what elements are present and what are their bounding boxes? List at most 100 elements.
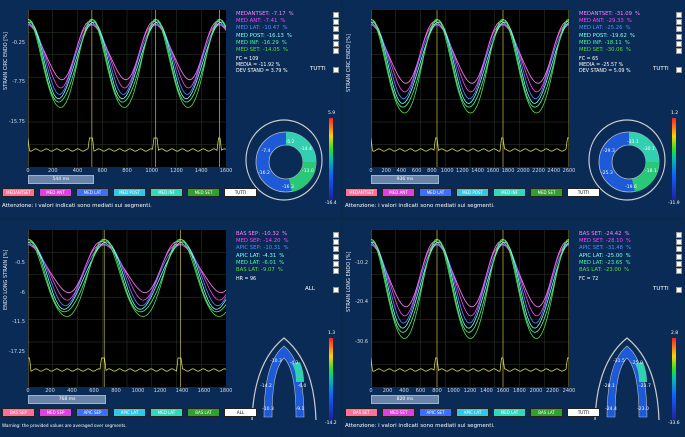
averaging-note: Warning: the provided values are average… <box>2 423 127 428</box>
series-checkbox[interactable] <box>676 12 682 18</box>
segment-button-bar: BAS SEP MED SEP APIC SEP APIC LAT MED LAT BAS… <box>2 408 257 417</box>
segment-toggle-button[interactable]: BAS LAT <box>187 408 220 417</box>
segment-value: -16.2 <box>258 170 270 176</box>
segment-toggle-button[interactable]: MED POST <box>456 188 489 197</box>
legend-value: -9.07 <box>261 267 275 274</box>
segment-toggle-button[interactable]: MED INF <box>150 188 183 197</box>
show-all-checkbox[interactable] <box>676 287 682 293</box>
x-tick-label: 1400 <box>194 168 208 174</box>
series-checkbox[interactable] <box>676 260 682 267</box>
x-tick-label: 0 <box>26 388 30 394</box>
legend-label: MED LAT: <box>236 25 261 32</box>
series-checkbox[interactable] <box>333 253 339 260</box>
legend-label: MED POST: <box>579 32 608 39</box>
legend-label: APIC SEP: <box>236 245 262 252</box>
segment-toggle-button[interactable]: MEDANTSET <box>2 188 35 197</box>
segment-toggle-button[interactable]: MED LAT <box>419 188 452 197</box>
segment-toggle-button[interactable]: ALL <box>224 408 257 417</box>
series-checkbox[interactable] <box>333 239 339 246</box>
segment-toggle-button[interactable]: MEDANTSET <box>345 188 378 197</box>
series-checkbox[interactable] <box>333 268 339 274</box>
segment-value: -9.1 <box>296 406 305 412</box>
segment-toggle-button[interactable]: MED LAT <box>150 408 183 417</box>
series-checkbox[interactable] <box>333 12 339 18</box>
segment-toggle-button[interactable]: BAS SEP <box>2 408 35 417</box>
series-checkbox[interactable] <box>676 239 682 246</box>
segment-toggle-button[interactable]: MED POST <box>113 188 146 197</box>
segment-value: -6.0 <box>298 383 307 389</box>
segment-toggle-button[interactable]: MED SET <box>187 188 220 197</box>
y-tick-label: -0.5 <box>15 260 25 266</box>
show-all-checkbox[interactable] <box>676 67 682 73</box>
segment-toggle-button[interactable]: MED ANT <box>39 188 72 197</box>
legend-unit: % <box>625 25 631 32</box>
series-checkbox[interactable] <box>676 19 682 26</box>
series-checkbox[interactable] <box>676 33 682 40</box>
legend-value: -7.41 <box>263 18 278 25</box>
segment-value: -14.4 <box>300 146 312 152</box>
segment-toggle-button[interactable]: MED SET <box>530 188 563 197</box>
segment-toggle-button[interactable]: MED LAT <box>76 188 109 197</box>
segment-toggle-button[interactable]: MED SET <box>382 408 415 417</box>
legend-unit: % <box>282 25 288 32</box>
show-all-checkbox[interactable] <box>333 287 339 293</box>
segment-toggle-button[interactable]: MED INF <box>493 188 526 197</box>
series-checkbox[interactable] <box>333 232 339 238</box>
strain-curve-plot[interactable] <box>370 10 570 167</box>
segment-toggle-button[interactable]: APIC LAT <box>113 408 146 417</box>
series-checkbox[interactable] <box>676 232 682 238</box>
strain-curve-plot[interactable] <box>27 230 227 387</box>
segment-toggle-button[interactable]: TUTTI <box>567 188 600 197</box>
x-tick-label: 2600 <box>562 168 576 174</box>
legend-value: -29.33 <box>606 18 624 25</box>
show-all-checkbox[interactable] <box>333 67 339 73</box>
legend-label: APIC LAT: <box>236 252 261 259</box>
legend-value: -19.62 <box>609 32 627 39</box>
legend-row: MEDANTSET: -31.09% <box>579 11 679 18</box>
x-tick-label: 1200 <box>456 168 469 174</box>
strain-curve-plot[interactable] <box>27 10 227 167</box>
series-checkbox[interactable] <box>676 26 682 33</box>
legend-value: -16.29 <box>261 39 279 46</box>
averaging-note: Attenzione: i valori indicati sono media… <box>345 423 495 429</box>
series-checkbox[interactable] <box>333 33 339 40</box>
segment-toggle-button[interactable]: APIC SET <box>419 408 452 417</box>
x-tick-label: 2000 <box>529 388 543 394</box>
cycle-duration-bar: 544 ms <box>28 175 94 184</box>
series-checkbox[interactable] <box>333 260 339 267</box>
series-checkbox[interactable] <box>333 48 339 54</box>
legend-row: MED POST: -19.62% <box>579 33 679 40</box>
strain-curves-svg <box>370 230 570 387</box>
segment-toggle-button[interactable]: MED LAT <box>493 408 526 417</box>
segment-toggle-button[interactable]: TUTTI <box>224 188 257 197</box>
series-checkbox[interactable] <box>333 19 339 26</box>
strain-curves-svg <box>27 230 227 387</box>
series-checkbox[interactable] <box>333 26 339 33</box>
segment-toggle-button[interactable]: BAS LAT <box>530 408 563 417</box>
segment-toggle-button[interactable]: APIC LAT <box>456 408 489 417</box>
segment-toggle-button[interactable]: APIC SEP <box>76 408 109 417</box>
legend-value: -31.09 <box>614 11 632 17</box>
segment-toggle-button[interactable]: MED ANT <box>382 188 415 197</box>
segment-toggle-button[interactable]: MED SEP <box>39 408 72 417</box>
legend-unit: % <box>279 259 285 266</box>
x-tick-label: 1000 <box>447 388 460 394</box>
series-checkbox[interactable] <box>676 246 682 253</box>
x-tick-label: 1400 <box>471 168 484 174</box>
segment-value: -25.3 <box>601 170 613 176</box>
series-checkbox[interactable] <box>676 253 682 260</box>
segment-toggle-button[interactable]: BAS SET <box>345 408 378 417</box>
series-checkbox[interactable] <box>333 40 339 47</box>
segment-toggle-button[interactable]: TUTTI <box>567 408 600 417</box>
series-checkbox[interactable] <box>676 268 682 274</box>
legend-row: MED INF: -18.11% <box>579 40 679 47</box>
strain-curve-plot[interactable] <box>370 230 570 387</box>
segment-value: -4.3 <box>290 360 299 366</box>
legend-row: BAS SET: -24.42% <box>579 231 679 238</box>
series-checkbox[interactable] <box>333 246 339 253</box>
segment-value: -29.3 <box>603 148 615 154</box>
legend-label: MED SET: <box>579 238 604 245</box>
segment-value: -23.7 <box>639 383 651 389</box>
series-checkbox[interactable] <box>676 40 682 47</box>
series-checkbox[interactable] <box>676 48 682 54</box>
